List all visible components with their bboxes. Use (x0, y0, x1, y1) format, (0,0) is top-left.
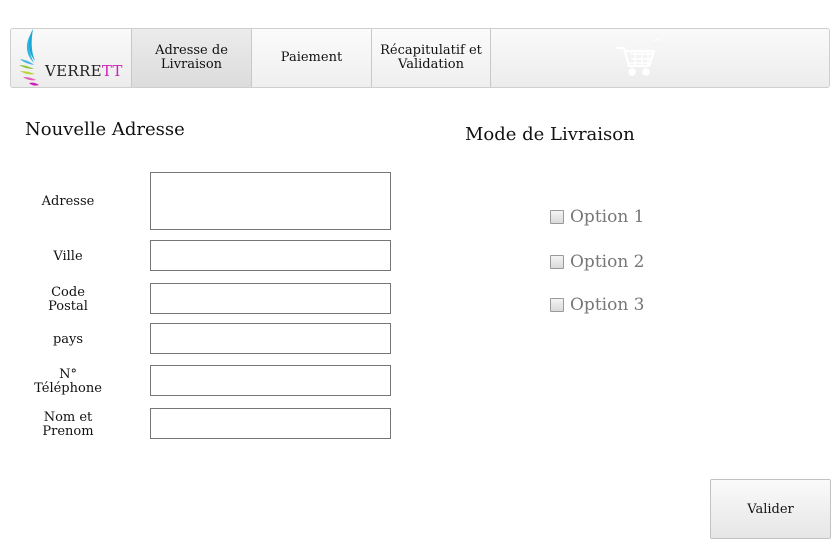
brand-name-main: VERRE (45, 62, 102, 80)
delivery-option-2[interactable]: Option 2 (550, 252, 645, 272)
field-label-pays: pays (28, 333, 108, 347)
label-text-line2: Prenom (42, 424, 94, 439)
option-1-checkbox[interactable] (550, 210, 564, 224)
tab-label-line2: Validation (398, 57, 464, 72)
brand-wordmark: VERRETT (45, 62, 123, 80)
field-label-nom-prenom: Nom et Prenom (28, 411, 108, 439)
label-text: pays (52, 332, 84, 347)
tab-label: Paiement (281, 51, 342, 65)
delivery-option-1[interactable]: Option 1 (550, 207, 645, 227)
postal-code-input[interactable] (150, 283, 391, 314)
tab-label-line1: Adresse de (155, 43, 228, 58)
label-text: Nom et (43, 410, 93, 425)
country-input[interactable] (150, 323, 391, 354)
address-input[interactable] (150, 172, 391, 230)
option-2-checkbox[interactable] (550, 255, 564, 269)
tab-label: Récapitulatif et Validation (380, 44, 482, 72)
option-label: Option 2 (570, 252, 645, 272)
delivery-option-3[interactable]: Option 3 (550, 295, 645, 315)
tab-label: Adresse de Livraison (155, 44, 228, 72)
tab-label-line1: Paiement (280, 50, 343, 65)
field-label-ville: Ville (28, 250, 108, 264)
option-label: Option 1 (570, 207, 645, 227)
shopping-cart-icon[interactable] (615, 38, 660, 77)
tab-adresse-livraison[interactable]: Adresse de Livraison (131, 29, 251, 87)
tab-recapitulatif-validation[interactable]: Récapitulatif et Validation (371, 29, 491, 87)
label-text-line2: Téléphone (34, 381, 102, 396)
brand-name-accent: TT (101, 62, 123, 80)
phone-input[interactable] (150, 365, 391, 396)
full-name-input[interactable] (150, 408, 391, 439)
checkout-navbar: VERRETT Adresse de Livraison Paiement Ré… (10, 28, 830, 88)
tab-label-line1: Récapitulatif et (380, 43, 482, 58)
address-section-title: Nouvelle Adresse (25, 119, 185, 140)
option-label: Option 3 (570, 295, 645, 315)
label-text: Ville (53, 249, 83, 264)
label-text-line2: Postal (48, 299, 88, 314)
brand-logo[interactable]: VERRETT (11, 29, 131, 87)
city-input[interactable] (150, 240, 391, 271)
tab-label-line2: Livraison (160, 57, 223, 72)
field-label-telephone: N° Téléphone (28, 368, 108, 396)
label-text: Adresse (41, 194, 95, 209)
option-3-checkbox[interactable] (550, 298, 564, 312)
valider-button[interactable]: Valider (710, 479, 831, 539)
tab-paiement[interactable]: Paiement (251, 29, 371, 87)
field-label-adresse: Adresse (28, 195, 108, 209)
label-text: Code (51, 285, 85, 300)
field-label-code-postal: Code Postal (28, 286, 108, 314)
label-text: N° (59, 367, 77, 382)
delivery-section-title: Mode de Livraison (465, 124, 635, 145)
